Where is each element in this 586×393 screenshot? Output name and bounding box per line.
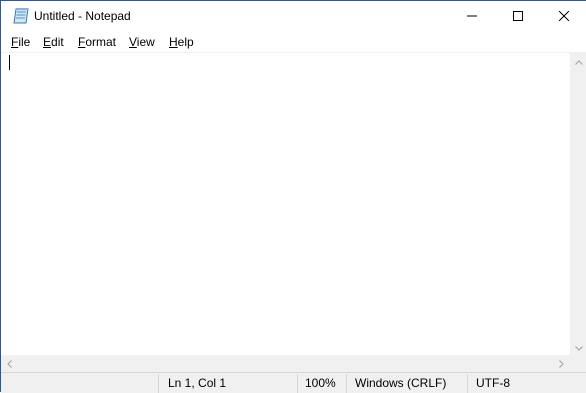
chevron-left-icon	[7, 357, 12, 371]
close-button[interactable]	[541, 1, 586, 32]
chevron-up-icon	[574, 54, 583, 68]
scroll-corner	[570, 355, 586, 372]
text-editor[interactable]	[1, 52, 570, 355]
status-encoding: UTF-8	[476, 376, 510, 390]
scroll-left-button[interactable]	[1, 355, 18, 372]
scroll-down-button[interactable]	[570, 338, 586, 355]
status-divider	[346, 374, 347, 393]
status-line-ending: Windows (CRLF)	[355, 376, 447, 390]
title-bar[interactable]: Untitled - Notepad	[1, 1, 586, 32]
menu-view[interactable]: View	[126, 34, 158, 50]
window-title: Untitled - Notepad	[34, 9, 131, 23]
menu-edit[interactable]: Edit	[40, 34, 67, 50]
horizontal-scrollbar[interactable]	[1, 355, 570, 372]
status-cursor-position: Ln 1, Col 1	[168, 376, 227, 390]
status-zoom: 100%	[305, 376, 336, 390]
minimize-icon	[467, 10, 477, 24]
chevron-down-icon	[574, 340, 583, 354]
menu-file[interactable]: File	[8, 34, 33, 50]
status-divider	[297, 374, 298, 393]
menu-help[interactable]: Help	[166, 34, 197, 50]
notepad-window: Untitled - Notepad File Edit Format View…	[0, 0, 586, 393]
chevron-right-icon	[559, 357, 564, 371]
maximize-icon	[513, 10, 523, 24]
status-divider	[158, 374, 159, 393]
maximize-button[interactable]	[495, 1, 541, 32]
minimize-button[interactable]	[449, 1, 495, 32]
text-caret	[9, 55, 10, 70]
vertical-scrollbar[interactable]	[570, 52, 586, 355]
close-icon	[558, 10, 570, 24]
menu-format[interactable]: Format	[75, 34, 119, 50]
scroll-up-button[interactable]	[570, 52, 586, 69]
notepad-icon[interactable]	[13, 8, 30, 24]
scroll-right-button[interactable]	[553, 355, 570, 372]
menu-bar: File Edit Format View Help	[1, 32, 586, 52]
status-divider	[467, 374, 468, 393]
status-bar: Ln 1, Col 1 100% Windows (CRLF) UTF-8	[1, 372, 586, 393]
